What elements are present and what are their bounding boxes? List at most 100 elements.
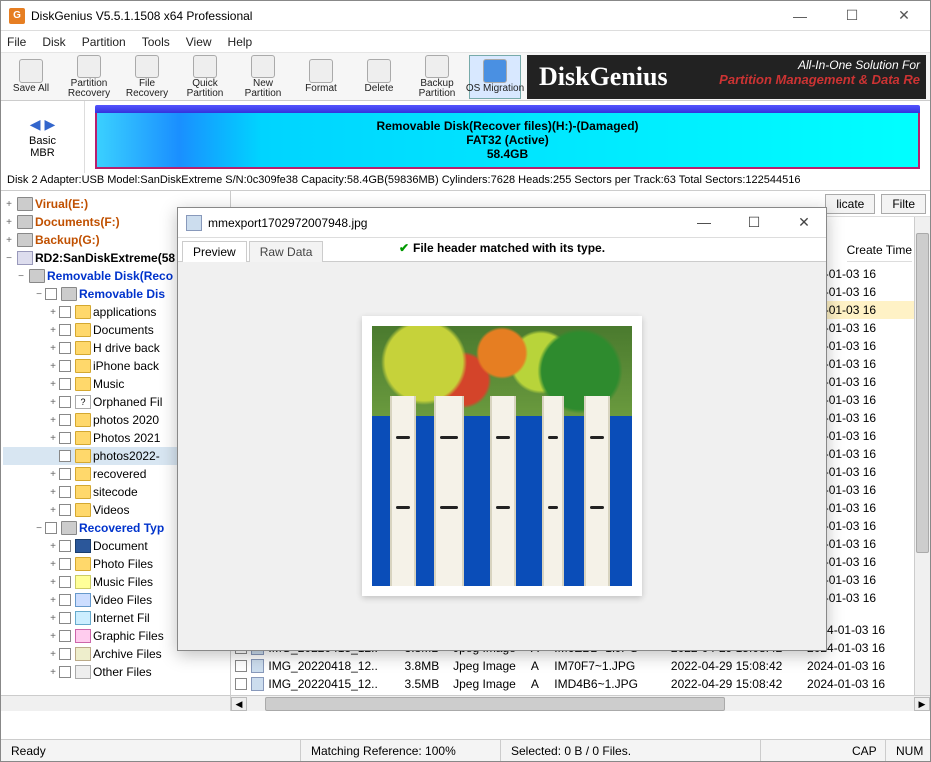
checkbox[interactable] [59,324,71,336]
partition-bar[interactable]: Removable Disk(Recover files)(H:)-(Damag… [85,101,930,173]
nav-arrows[interactable]: ◀ ▶ [30,116,55,133]
checkbox[interactable] [59,378,71,390]
checkbox[interactable] [59,630,71,642]
tree-folder[interactable]: Photos 2021 [93,431,160,445]
expand-icon[interactable]: − [3,253,15,264]
checkbox[interactable] [59,450,71,462]
tree-type[interactable]: Music Files [93,575,153,589]
expand-icon[interactable]: + [47,649,59,660]
tree-type[interactable]: Other Files [93,665,152,679]
tree-folder[interactable]: iPhone back [93,359,159,373]
checkbox[interactable] [59,612,71,624]
expand-icon[interactable]: + [47,541,59,552]
tree-type[interactable]: Document [93,539,148,553]
scroll-thumb[interactable] [916,233,929,553]
expand-icon[interactable]: + [47,595,59,606]
expand-icon[interactable]: + [47,505,59,516]
menu-file[interactable]: File [7,35,26,49]
table-row[interactable]: IMG_20220415_12..3.5MBJpeg ImageAIMD4B6~… [231,675,914,693]
checkbox[interactable] [59,306,71,318]
checkbox[interactable] [59,540,71,552]
tab-preview[interactable]: Preview [182,241,247,262]
expand-icon[interactable]: − [33,523,45,534]
checkbox[interactable] [59,468,71,480]
tree-folder[interactable]: recovered [93,467,146,481]
preview-titlebar[interactable]: mmexport1702972007948.jpg — ☐ ✕ [178,208,826,238]
menu-tools[interactable]: Tools [142,35,170,49]
tree-orphaned[interactable]: Orphaned Fil [93,395,162,409]
expand-icon[interactable]: + [47,397,59,408]
expand-icon[interactable]: + [47,307,59,318]
checkbox[interactable] [59,648,71,660]
new-partition-button[interactable]: New Partition [237,55,289,99]
menu-view[interactable]: View [186,35,212,49]
expand-icon[interactable]: + [3,217,15,228]
checkbox[interactable] [45,522,57,534]
menu-help[interactable]: Help [228,35,253,49]
menu-partition[interactable]: Partition [82,35,126,49]
tree-folder[interactable]: sitecode [93,485,138,499]
expand-icon[interactable]: − [15,271,27,282]
expand-icon[interactable]: + [3,235,15,246]
table-row[interactable]: IMG_20220418_12..3.8MBJpeg ImageAIM70F7~… [231,657,914,675]
tree-item[interactable]: Documents(F:) [35,215,120,229]
tree-recovered-types[interactable]: Recovered Typ [79,521,164,535]
format-button[interactable]: Format [295,55,347,99]
filter-button[interactable]: Filte [881,194,926,214]
tree-removable-2[interactable]: Removable Dis [79,287,165,301]
os-migration-button[interactable]: OS Migration [469,55,521,99]
checkbox[interactable] [59,666,71,678]
expand-icon[interactable]: + [47,343,59,354]
tree-selected-folder[interactable]: photos2022- [93,449,160,463]
scroll-left-button[interactable]: ◀ [231,697,247,711]
preview-minimize-button[interactable]: — [690,214,718,231]
tree-folder[interactable]: Music [93,377,124,391]
backup-partition-button[interactable]: Backup Partition [411,55,463,99]
save-all-button[interactable]: Save All [5,55,57,99]
expand-icon[interactable] [47,451,59,462]
expand-icon[interactable]: + [47,415,59,426]
tree-folder[interactable]: photos 2020 [93,413,159,427]
expand-icon[interactable]: + [3,199,15,210]
checkbox[interactable] [59,504,71,516]
checkbox[interactable] [59,558,71,570]
list-h-scrollbar[interactable]: ◀ ▶ [231,695,930,711]
expand-icon[interactable]: + [47,361,59,372]
checkbox[interactable] [235,678,247,690]
scroll-right-button[interactable]: ▶ [914,697,930,711]
checkbox[interactable] [59,576,71,588]
tree-type[interactable]: Internet Fil [93,611,150,625]
maximize-button[interactable]: ☐ [838,6,866,26]
checkbox[interactable] [59,594,71,606]
scroll-thumb[interactable] [265,697,725,711]
tree-item[interactable]: Backup(G:) [35,233,100,247]
preview-close-button[interactable]: ✕ [790,214,818,231]
duplicate-button[interactable]: licate [825,194,875,214]
checkbox[interactable] [59,360,71,372]
checkbox[interactable] [59,396,71,408]
col-create-time[interactable]: Create Time [847,243,912,262]
expand-icon[interactable]: + [47,433,59,444]
expand-icon[interactable]: + [47,559,59,570]
expand-icon[interactable]: + [47,469,59,480]
expand-icon[interactable]: + [47,667,59,678]
tree-folder[interactable]: Videos [93,503,129,517]
preview-maximize-button[interactable]: ☐ [740,214,768,231]
close-button[interactable]: ✕ [890,6,918,26]
tree-type[interactable]: Archive Files [93,647,162,661]
quick-partition-button[interactable]: Quick Partition [179,55,231,99]
tab-raw-data[interactable]: Raw Data [249,241,324,262]
file-recovery-button[interactable]: File Recovery [121,55,173,99]
tree-folder[interactable]: applications [93,305,156,319]
checkbox[interactable] [59,342,71,354]
checkbox[interactable] [59,414,71,426]
expand-icon[interactable]: + [47,325,59,336]
minimize-button[interactable]: — [786,6,814,26]
expand-icon[interactable]: − [33,289,45,300]
delete-button[interactable]: Delete [353,55,405,99]
checkbox[interactable] [235,660,247,672]
partition-recovery-button[interactable]: Partition Recovery [63,55,115,99]
tree-folder[interactable]: H drive back [93,341,160,355]
tree-rd2[interactable]: RD2:SanDiskExtreme(58 [35,251,175,265]
tree-type[interactable]: Video Files [93,593,152,607]
